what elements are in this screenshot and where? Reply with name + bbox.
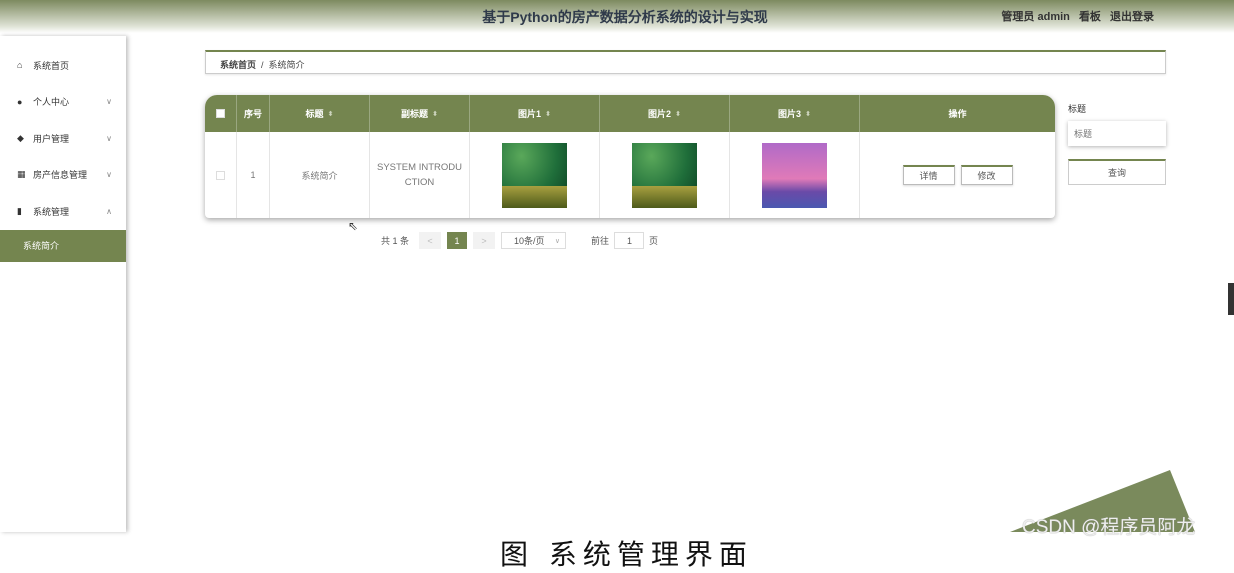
- chevron-down-icon: ∨: [106, 97, 112, 107]
- sidebar-item-property[interactable]: ▦ 房产信息管理 ∨: [0, 157, 126, 194]
- total-count: 共 1 条: [381, 236, 410, 246]
- sidebar-item-label: 个人中心: [33, 97, 70, 108]
- search-label: 标题: [1068, 104, 1087, 114]
- select-all-checkbox[interactable]: [216, 109, 225, 118]
- page-1-button[interactable]: 1: [447, 232, 468, 249]
- sidebar-item-users[interactable]: ◆ 用户管理 ∨: [0, 120, 126, 157]
- dashboard-link[interactable]: 看板: [1079, 11, 1101, 23]
- grid-icon: ▦: [17, 169, 26, 180]
- col-index: 序号: [237, 95, 270, 132]
- breadcrumb-current: 系统简介: [268, 60, 305, 70]
- watermark: CSDN @程序员阿龙: [1022, 517, 1196, 538]
- scrollbar[interactable]: [1228, 283, 1234, 315]
- image-thumbnail[interactable]: [632, 142, 697, 208]
- sidebar-item-label: 房产信息管理: [33, 170, 88, 181]
- user-icon: ●: [17, 96, 23, 107]
- col-actions: 操作: [948, 109, 967, 119]
- breadcrumb-separator: /: [261, 60, 264, 70]
- chevron-down-icon: ∨: [106, 133, 112, 143]
- query-button[interactable]: 查询: [1068, 159, 1166, 185]
- page-unit: 页: [649, 236, 659, 246]
- admin-user: 管理员 admin: [1001, 11, 1070, 23]
- next-page-button[interactable]: >: [473, 232, 496, 249]
- sidebar-item-home[interactable]: ⌂ 系统首页: [0, 47, 126, 84]
- mouse-cursor-icon: ⇖: [348, 219, 359, 233]
- cell-index: 1: [237, 132, 270, 218]
- image-thumbnail[interactable]: [502, 142, 567, 208]
- sort-icon: ⬍: [545, 110, 551, 118]
- chevron-down-icon: ∨: [554, 237, 561, 245]
- prev-page-button[interactable]: <: [419, 232, 442, 249]
- user-bar: 管理员 admin 看板 退出登录: [995, 8, 1154, 24]
- pin-icon: ◆: [17, 132, 24, 143]
- edit-button[interactable]: 修改: [960, 165, 1013, 185]
- sort-icon: ⬍: [675, 110, 681, 118]
- bar-chart-icon: ▮: [17, 205, 22, 216]
- col-subtitle[interactable]: 副标题 ⬍: [370, 95, 470, 132]
- chevron-up-icon: ∧: [106, 206, 112, 216]
- header: 基于Python的房产数据分析系统的设计与实现 管理员 admin 看板 退出登…: [0, 0, 1234, 33]
- page-size-select[interactable]: 10条/页 ∨: [501, 232, 567, 249]
- sidebar-item-label: 系统管理: [33, 206, 70, 217]
- breadcrumb: 系统首页 / 系统简介: [205, 50, 1166, 74]
- goto-page-input[interactable]: 1: [614, 232, 645, 249]
- sort-icon: ⬍: [327, 110, 334, 118]
- sort-icon: ⬍: [805, 110, 811, 118]
- table-header: 序号 标题 ⬍ 副标题 ⬍ 图片1 ⬍ 图片2 ⬍ 图片3 ⬍ 操作: [205, 95, 1055, 132]
- chevron-down-icon: ∨: [106, 170, 112, 180]
- row-checkbox[interactable]: [216, 170, 225, 180]
- logout-link[interactable]: 退出登录: [1110, 11, 1154, 23]
- cell-title: 系统简介: [270, 132, 370, 218]
- sidebar-item-label: 用户管理: [33, 133, 70, 144]
- image-thumbnail[interactable]: [762, 142, 827, 208]
- sort-icon: ⬍: [432, 110, 438, 118]
- col-title[interactable]: 标题 ⬍: [270, 95, 370, 132]
- col-image3[interactable]: 图片3 ⬍: [730, 95, 860, 132]
- breadcrumb-home[interactable]: 系统首页: [220, 60, 256, 70]
- table-row: 1 系统简介 SYSTEM INTRODUCTION 详情 修改: [205, 132, 1055, 218]
- cell-subtitle: SYSTEM INTRODUCTION: [370, 132, 470, 218]
- figure-caption: 图 系统管理界面: [500, 538, 753, 571]
- col-image2[interactable]: 图片2 ⬍: [600, 95, 730, 132]
- pagination: 共 1 条 < 1 > 10条/页 ∨ 前往 1 页: [381, 232, 658, 249]
- data-table: 序号 标题 ⬍ 副标题 ⬍ 图片1 ⬍ 图片2 ⬍ 图片3 ⬍ 操作 1 系统简介 SYS…: [205, 95, 1055, 218]
- home-icon: ⌂: [17, 60, 23, 71]
- sidebar-item-profile[interactable]: ● 个人中心 ∨: [0, 84, 126, 121]
- col-image1[interactable]: 图片1 ⬍: [470, 95, 600, 132]
- sidebar: ⌂ 系统首页 ● 个人中心 ∨ ◆ 用户管理 ∨ ▦ 房产信息管理 ∨ ▮ 系统管理 ∧ 系统简介: [0, 36, 126, 532]
- detail-button[interactable]: 详情: [902, 165, 955, 185]
- goto-label: 前往: [591, 236, 610, 246]
- sidebar-item-system[interactable]: ▮ 系统管理 ∧: [0, 193, 126, 230]
- sidebar-item-label: 系统首页: [33, 60, 70, 71]
- sidebar-subitem-intro[interactable]: 系统简介: [0, 229, 126, 262]
- title-search-input[interactable]: [1068, 121, 1166, 146]
